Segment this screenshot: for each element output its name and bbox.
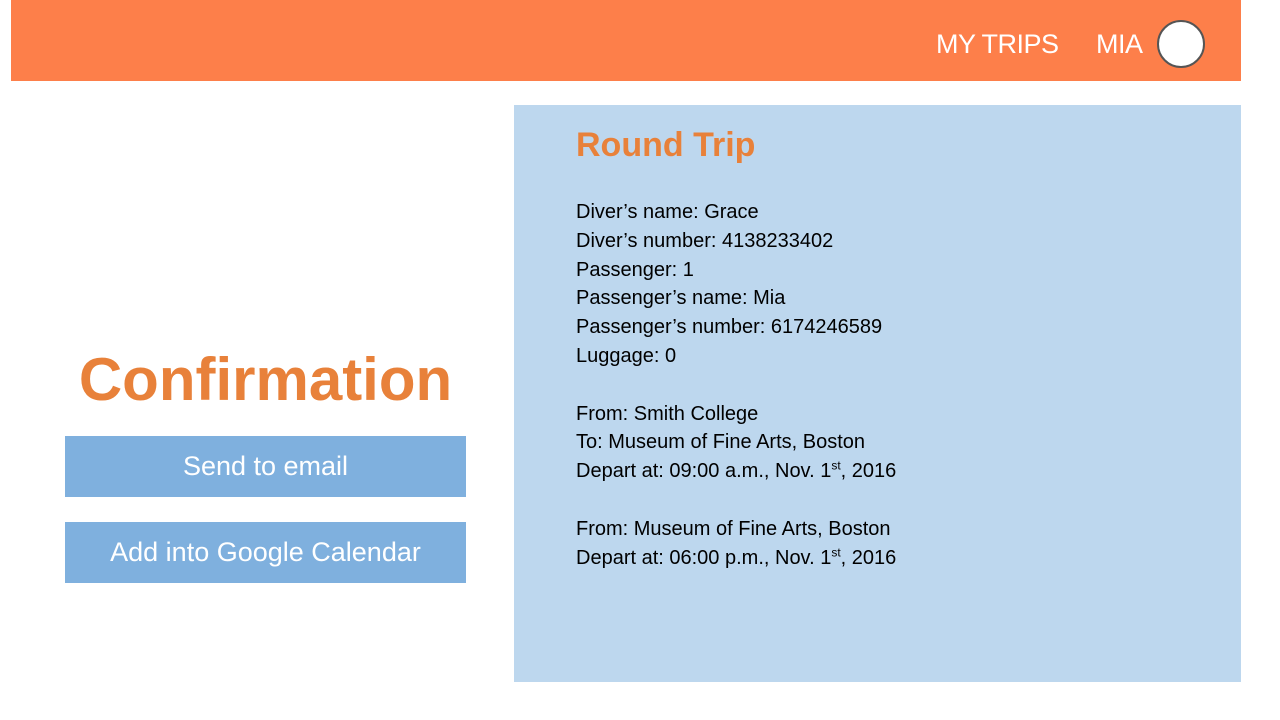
- avatar[interactable]: [1157, 20, 1205, 68]
- trip-details-panel: Round Trip Diver’s name: Grace Diver’s n…: [514, 105, 1241, 682]
- return-depart-main: Depart at: 06:00 p.m., Nov. 1: [576, 546, 832, 569]
- return-from-text: From: Museum of Fine Arts, Boston: [576, 517, 891, 540]
- return-depart-ordinal: st: [831, 544, 841, 559]
- outbound-depart-ordinal: st: [831, 458, 841, 473]
- return-depart-text: Depart at: 06:00 p.m., Nov. 1st, 2016: [576, 544, 896, 573]
- luggage-text: Luggage: 0: [576, 344, 677, 367]
- outbound-to-text: To: Museum of Fine Arts, Boston: [576, 431, 866, 454]
- add-to-google-calendar-button[interactable]: Add into Google Calendar: [65, 522, 466, 583]
- page-title: Confirmation: [78, 346, 453, 413]
- nav-my-trips-link[interactable]: MY TRIPS: [936, 28, 1059, 60]
- outbound-from-text: From: Smith College: [576, 402, 759, 425]
- passenger-count-text: Passenger: 1: [576, 258, 694, 281]
- passenger-name-text: Passenger’s name: Mia: [576, 287, 786, 310]
- user-name-label: MIA: [1096, 29, 1143, 59]
- outbound-depart-main: Depart at: 09:00 a.m., Nov. 1: [576, 460, 832, 483]
- trip-details-list: Diver’s name: Grace Diver’s number: 4138…: [576, 198, 896, 572]
- outbound-depart-year: , 2016: [840, 460, 897, 483]
- driver-name-text: Diver’s name: Grace: [576, 201, 759, 223]
- passenger-number-text: Passenger’s number: 6174246589: [576, 316, 883, 339]
- send-to-email-button[interactable]: Send to email: [65, 436, 466, 497]
- driver-number-text: Diver’s number: 4138233402: [576, 229, 834, 252]
- outbound-depart-text: Depart at: 09:00 a.m., Nov. 1st, 2016: [576, 457, 896, 486]
- return-depart-year: , 2016: [840, 546, 897, 569]
- trip-type-heading: Round Trip: [576, 126, 756, 164]
- top-nav-bar: MY TRIPS MIA: [11, 0, 1241, 81]
